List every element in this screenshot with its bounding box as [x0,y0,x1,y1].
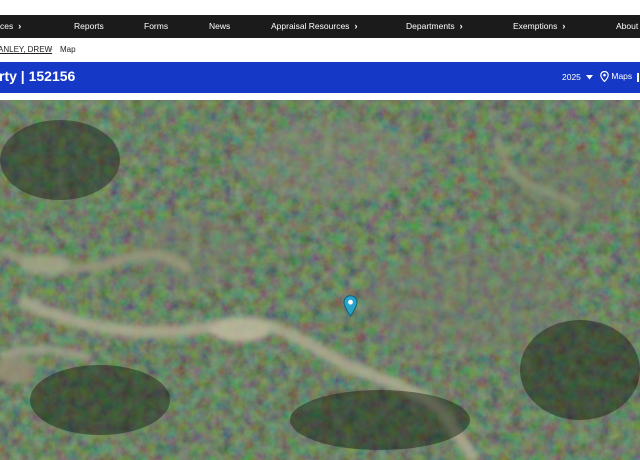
nav-item-label: Exemptions [513,21,558,31]
breadcrumb-current: Map [60,45,76,54]
maps-label: Maps [611,71,633,81]
nav-item-departments[interactable]: Departments › [406,15,463,38]
year-value: 2025 [562,72,581,82]
year-selector[interactable]: 2025 [562,72,594,82]
caret-down-icon [586,75,594,80]
location-pin-icon[interactable] [343,295,358,317]
nav-item-label: Forms [144,21,169,31]
property-header-bar: rty | 152156 2025 Maps [0,62,640,93]
page-title: rty | 152156 [0,68,76,84]
nav-item-label: News [209,21,231,31]
nav-item-label: Departments [406,21,455,31]
breadcrumb: ANLEY, DREW > Map [0,39,640,61]
satellite-imagery [0,100,640,460]
nav-item-services[interactable]: ces › [0,15,21,38]
satellite-map[interactable] [0,100,640,460]
nav-item-label: ces [0,21,14,31]
nav-item-reports[interactable]: Reports [74,15,104,38]
chevron-right-icon: › [354,21,358,31]
nav-item-label: About [616,21,639,31]
nav-item-forms[interactable]: Forms [144,15,168,38]
breadcrumb-owner-link[interactable]: ANLEY, DREW [0,45,52,54]
breadcrumb-separator: > [48,45,53,54]
nav-item-about[interactable]: About [616,15,638,38]
next-toolbar-button-edge[interactable] [637,73,639,82]
nav-item-label: Appraisal Resources [271,21,350,31]
chevron-right-icon: › [459,21,463,31]
map-pin-icon [600,71,609,83]
nav-item-exemptions[interactable]: Exemptions › [513,15,565,38]
spacer [0,93,640,100]
nav-item-label: Reports [74,21,104,31]
chevron-right-icon: › [562,21,566,31]
top-nav-bar: ces › Reports Forms News Appraisal Resour… [0,15,640,38]
maps-button[interactable]: Maps [600,71,633,83]
nav-item-appraisal-resources[interactable]: Appraisal Resources › [271,15,357,38]
nav-item-news[interactable]: News [209,15,230,38]
chevron-right-icon: › [18,21,22,31]
